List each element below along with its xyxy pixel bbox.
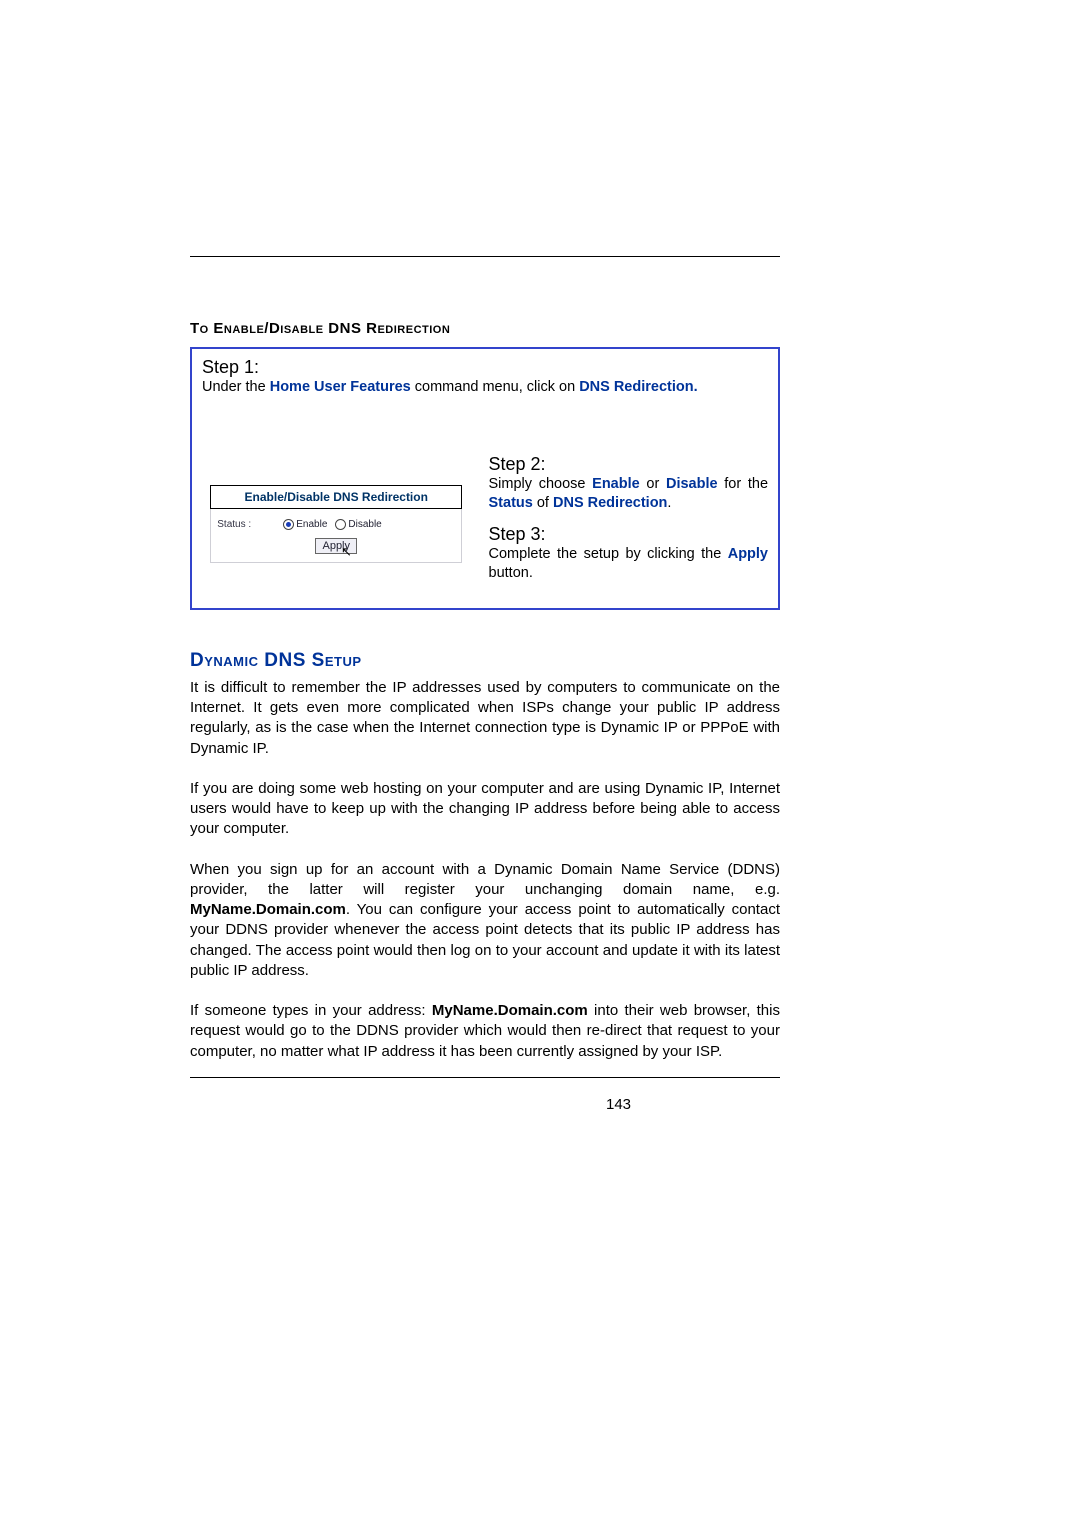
step1-label: Step 1:	[202, 357, 259, 377]
radio-enable[interactable]: Enable	[283, 519, 327, 530]
embedded-screenshot-column: Enable/Disable DNS Redirection Status : …	[202, 454, 471, 594]
t: .	[667, 495, 671, 511]
step3-block: Step 3: Complete the setup by clicking t…	[489, 524, 768, 584]
step2-block: Step 2: Simply choose Enable or Disable …	[489, 454, 768, 514]
apply-button[interactable]: Apply	[315, 538, 357, 554]
step1-text: Under the Home User Features command men…	[202, 379, 698, 395]
status-row: Status : Enable Disable	[217, 519, 455, 530]
section-heading-dynamic-dns: Dynamic DNS Setup	[190, 650, 780, 672]
step2-text: Simply choose Enable or Disable for the …	[489, 475, 768, 514]
status-label: Status :	[217, 519, 275, 530]
radio-dot-icon	[335, 519, 346, 530]
step1-mid: command menu, click on	[411, 379, 579, 395]
step1-pre: Under the	[202, 379, 270, 395]
dns-redirection-link: DNS Redirection.	[579, 379, 697, 395]
apply-word: Apply	[728, 546, 768, 562]
apply-wrap: Apply ↖	[217, 530, 455, 554]
domain-example-2: MyName.Domain.com	[432, 1002, 588, 1019]
radio-disable-label: Disable	[348, 519, 381, 530]
home-user-features: Home User Features	[270, 379, 411, 395]
para3: When you sign up for an account with a D…	[190, 860, 780, 982]
dns-redirection-word: DNS Redirection	[553, 495, 667, 511]
bottom-rule	[190, 1077, 780, 1078]
page-number: 143	[606, 1096, 631, 1113]
t: or	[640, 476, 666, 492]
step-box: Step 1: Under the Home User Features com…	[190, 347, 780, 610]
radio-enable-label: Enable	[296, 519, 327, 530]
t: Simply choose	[489, 476, 593, 492]
panel-body: Status : Enable Disable Apply	[210, 509, 462, 563]
status-word: Status	[489, 495, 533, 511]
para1: It is difficult to remember the IP addre…	[190, 678, 780, 759]
domain-example-1: MyName.Domain.com	[190, 901, 346, 918]
para4: If someone types in your address: MyName…	[190, 1001, 780, 1062]
radio-disable[interactable]: Disable	[335, 519, 381, 530]
t: for the	[718, 476, 768, 492]
step3-text: Complete the setup by clicking the Apply…	[489, 545, 768, 584]
page-content: To Enable/Disable DNS Redirection Step 1…	[190, 320, 780, 1062]
t: of	[533, 495, 553, 511]
radio-dot-icon	[283, 519, 294, 530]
step-two-column: Enable/Disable DNS Redirection Status : …	[202, 454, 768, 594]
top-rule	[190, 256, 780, 257]
dns-redirection-panel: Enable/Disable DNS Redirection Status : …	[210, 485, 462, 563]
disable-word: Disable	[666, 476, 718, 492]
steps-right-column: Step 2: Simply choose Enable or Disable …	[489, 454, 768, 594]
t: When you sign up for an account with a D…	[190, 861, 780, 898]
t: Complete the setup by clicking the	[489, 546, 728, 562]
t: button.	[489, 565, 533, 581]
enable-word: Enable	[592, 476, 640, 492]
t: If someone types in your address:	[190, 1002, 432, 1019]
step2-label: Step 2:	[489, 454, 768, 475]
panel-title: Enable/Disable DNS Redirection	[210, 485, 462, 509]
step1-block: Step 1: Under the Home User Features com…	[202, 357, 768, 398]
section-heading-dns-redirection: To Enable/Disable DNS Redirection	[190, 320, 780, 337]
para2: If you are doing some web hosting on you…	[190, 779, 780, 840]
step3-label: Step 3:	[489, 524, 768, 545]
